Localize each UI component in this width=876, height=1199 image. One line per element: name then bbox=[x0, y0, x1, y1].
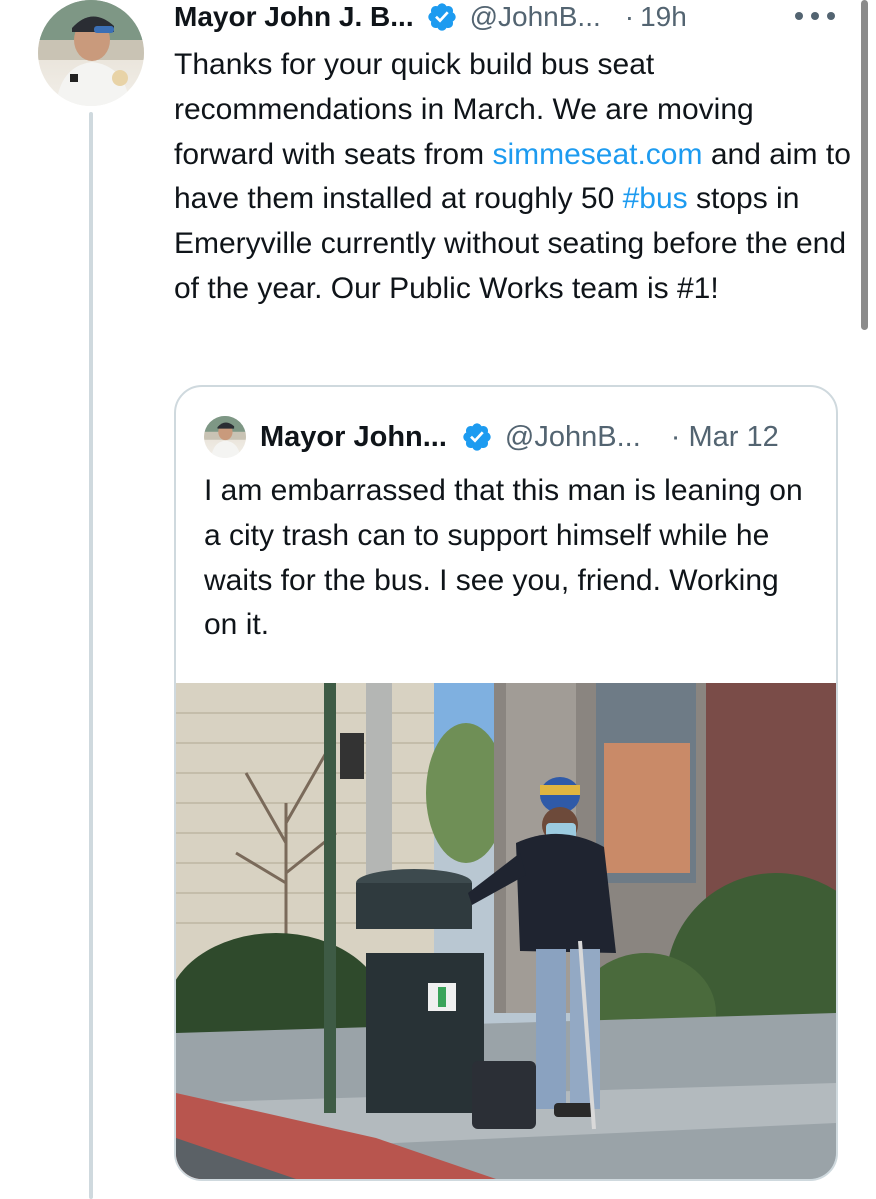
quoted-verified-badge-icon bbox=[463, 423, 491, 451]
quoted-tweet-card[interactable]: Mayor John... @JohnB... · Mar 12 I am em… bbox=[174, 385, 838, 1181]
more-dot-3 bbox=[827, 12, 835, 20]
author-name[interactable]: Mayor John J. B... bbox=[174, 1, 414, 33]
quoted-tweet-text: I am embarrassed that this man is leanin… bbox=[204, 474, 803, 642]
tweet-thread-page: Mayor John J. B... @JohnB... · 19h Thank… bbox=[0, 0, 876, 1199]
author-avatar[interactable] bbox=[38, 0, 144, 106]
more-options-icon[interactable] bbox=[795, 4, 835, 28]
quoted-tweet-date: Mar 12 bbox=[688, 420, 779, 453]
quoted-author-name: Mayor John... bbox=[260, 420, 447, 453]
more-dot-2 bbox=[811, 12, 819, 20]
thread-connector-line bbox=[89, 112, 93, 1199]
scrollbar-thumb[interactable] bbox=[861, 0, 868, 330]
tweet-text: Thanks for your quick build bus seat rec… bbox=[174, 43, 854, 312]
more-dot-1 bbox=[795, 12, 803, 20]
quoted-author-avatar bbox=[204, 416, 246, 458]
quoted-tweet-header: Mayor John... @JohnB... · Mar 12 bbox=[204, 416, 779, 458]
quoted-tweet-photo[interactable] bbox=[176, 683, 836, 1179]
avatar-photo-icon bbox=[38, 0, 144, 106]
verified-badge-icon bbox=[427, 3, 456, 31]
tweet-header: Mayor John J. B... @JohnB... · 19h bbox=[174, 0, 687, 34]
quoted-avatar-photo-icon bbox=[204, 416, 246, 458]
separator-dot: · bbox=[624, 1, 635, 32]
tweet-timestamp[interactable]: 19h bbox=[640, 1, 687, 33]
tweet-link[interactable]: simmeseat.com bbox=[492, 138, 702, 171]
author-handle[interactable]: @JohnB... bbox=[470, 1, 601, 33]
hashtag-link[interactable]: #bus bbox=[623, 182, 688, 215]
quoted-author-handle: @JohnB... bbox=[504, 420, 641, 453]
quoted-separator-dot: · bbox=[670, 420, 681, 453]
